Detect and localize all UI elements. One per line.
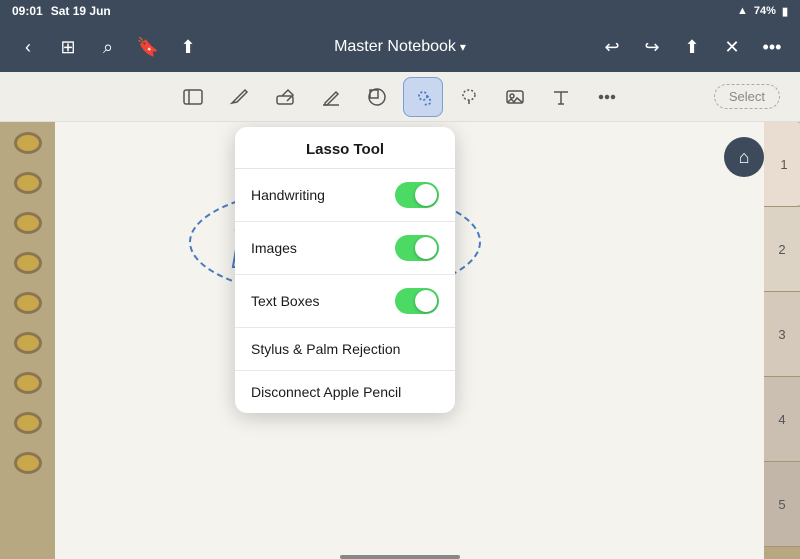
tab-5-label: 5 <box>778 497 785 512</box>
dropdown-arrow: ▾ <box>460 40 466 54</box>
undo-button[interactable]: ↩ <box>594 29 630 65</box>
images-label: Images <box>251 240 297 256</box>
tab-3[interactable]: 3 <box>764 292 800 377</box>
select-area: Select <box>714 84 780 109</box>
stylus-palm-menu-item[interactable]: Stylus & Palm Rejection <box>235 328 455 371</box>
spiral-4 <box>14 252 42 274</box>
export-button[interactable]: ⬆ <box>674 29 710 65</box>
more-tool-button[interactable] <box>587 77 627 117</box>
tools-bar: Select <box>0 72 800 122</box>
battery-icon: ▮ <box>782 5 788 18</box>
notebook-title: Master Notebook <box>334 38 456 56</box>
shapes-tool-button[interactable] <box>357 77 397 117</box>
tab-2[interactable]: 2 <box>764 207 800 292</box>
status-time: 09:01 <box>12 4 43 18</box>
toolbar-right: ↩ ↪ ⬆ ✕ ••• <box>594 29 790 65</box>
status-bar: 09:01 Sat 19 Jun ▲ 74% ▮ <box>0 0 800 22</box>
main-content: lasso Lasso Tool Handwriting Images Text… <box>0 122 800 559</box>
text-boxes-toggle[interactable] <box>395 288 439 314</box>
tab-4-label: 4 <box>778 412 785 427</box>
spiral-2 <box>14 172 42 194</box>
bookmark-button[interactable]: 🔖 <box>130 29 166 65</box>
status-left: 09:01 Sat 19 Jun <box>12 4 111 18</box>
status-right: ▲ 74% ▮ <box>737 5 788 18</box>
stylus-palm-label: Stylus & Palm Rejection <box>251 341 400 357</box>
more-button[interactable]: ••• <box>754 29 790 65</box>
spiral-9 <box>14 452 42 474</box>
share-button[interactable]: ⬆ <box>170 29 206 65</box>
spiral-6 <box>14 332 42 354</box>
grid-button[interactable]: ⊞ <box>50 29 86 65</box>
eraser-tool-button[interactable] <box>265 77 305 117</box>
main-toolbar: ‹ ⊞ ⌕ 🔖 ⬆ Master Notebook ▾ ↩ ↪ ⬆ ✕ ••• <box>0 22 800 72</box>
home-icon: ⌂ <box>739 147 750 168</box>
sidebar-toggle-button[interactable] <box>173 77 213 117</box>
tab-3-label: 3 <box>778 327 785 342</box>
tab-1[interactable]: 1 <box>764 122 800 207</box>
toolbar-center: Master Notebook ▾ <box>334 38 466 56</box>
select-label: Select <box>729 89 765 104</box>
notebook-spine <box>0 122 55 559</box>
handwriting-label: Handwriting <box>251 187 325 203</box>
status-date: Sat 19 Jun <box>51 4 111 18</box>
spiral-1 <box>14 132 42 154</box>
disconnect-pencil-menu-item[interactable]: Disconnect Apple Pencil <box>235 371 455 413</box>
spiral-5 <box>14 292 42 314</box>
close-button[interactable]: ✕ <box>714 29 750 65</box>
search-button[interactable]: ⌕ <box>90 29 126 65</box>
text-boxes-menu-item[interactable]: Text Boxes <box>235 275 455 328</box>
tab-4[interactable]: 4 <box>764 377 800 462</box>
lasso-tool-button[interactable] <box>403 77 443 117</box>
lasso-tool-2-button[interactable] <box>449 77 489 117</box>
tab-2-label: 2 <box>778 242 785 257</box>
redo-button[interactable]: ↪ <box>634 29 670 65</box>
pencil-tool-button[interactable] <box>219 77 259 117</box>
disconnect-pencil-label: Disconnect Apple Pencil <box>251 384 401 400</box>
lasso-popup-title: Lasso Tool <box>235 127 455 169</box>
lasso-popup: Lasso Tool Handwriting Images Text Boxes… <box>235 127 455 413</box>
right-tabs: 1 2 3 4 5 <box>764 122 800 559</box>
handwriting-menu-item[interactable]: Handwriting <box>235 169 455 222</box>
wifi-icon: ▲ <box>737 5 748 17</box>
toolbar-left: ‹ ⊞ ⌕ 🔖 ⬆ <box>10 29 206 65</box>
handwriting-toggle[interactable] <box>395 182 439 208</box>
text-boxes-label: Text Boxes <box>251 293 319 309</box>
tab-1-label: 1 <box>780 157 787 172</box>
image-tool-button[interactable] <box>495 77 535 117</box>
notebook-page: lasso Lasso Tool Handwriting Images Text… <box>55 122 764 559</box>
images-toggle[interactable] <box>395 235 439 261</box>
spiral-8 <box>14 412 42 434</box>
tab-5[interactable]: 5 <box>764 462 800 547</box>
images-menu-item[interactable]: Images <box>235 222 455 275</box>
back-button[interactable]: ‹ <box>10 29 46 65</box>
battery-text: 74% <box>754 5 776 17</box>
spiral-3 <box>14 212 42 234</box>
spiral-7 <box>14 372 42 394</box>
home-icon-container[interactable]: ⌂ <box>724 137 764 177</box>
highlighter-tool-button[interactable] <box>311 77 351 117</box>
bottom-bar <box>340 555 460 559</box>
text-tool-button[interactable] <box>541 77 581 117</box>
